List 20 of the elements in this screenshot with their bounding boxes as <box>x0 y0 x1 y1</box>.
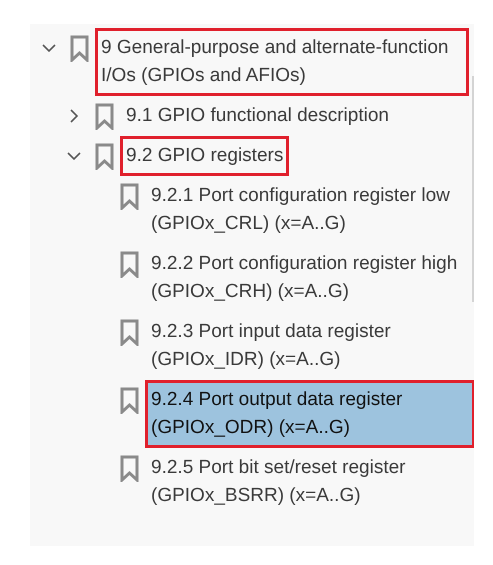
bookmark-item[interactable]: 9.2.5 Port bit set/reset register (GPIOx_BSRR) (x=A..G) <box>147 448 467 516</box>
bookmark-item[interactable]: 9.2.2 Port configuration register high (GPIOx_CRH) (x=A..G) <box>147 244 467 312</box>
bookmark-icon <box>95 103 114 130</box>
scrollbar-thumb[interactable] <box>472 76 474 302</box>
bookmark-icon <box>120 455 139 482</box>
bookmark-icon <box>95 143 114 170</box>
bookmark-icon <box>70 35 89 62</box>
collapse-chevron-icon[interactable] <box>42 44 56 52</box>
bookmark-item[interactable]: 9 General-purpose and alternate-function I/Os (GPIOs and AFIOs) <box>97 28 467 96</box>
bookmark-icon <box>120 183 139 210</box>
bookmark-item[interactable]: 9.2.3 Port input data register (GPIOx_IDR) (x=A..G) <box>147 312 467 380</box>
bookmark-icon <box>120 387 139 414</box>
collapse-chevron-icon[interactable] <box>67 152 81 160</box>
expand-chevron-icon[interactable] <box>70 109 78 123</box>
bookmark-icon <box>120 319 139 346</box>
bookmark-item[interactable]: 9.2 GPIO registers <box>122 136 467 176</box>
bookmark-icon <box>120 251 139 278</box>
bookmark-item[interactable]: 9.1 GPIO functional description <box>122 96 467 136</box>
selected-bookmark-item[interactable]: 9.2.4 Port output data register (GPIOx_ODR) (x=A..G) <box>147 380 474 448</box>
bookmark-item[interactable]: 9.2.1 Port configuration register low (GPIOx_CRL) (x=A..G) <box>147 176 467 244</box>
